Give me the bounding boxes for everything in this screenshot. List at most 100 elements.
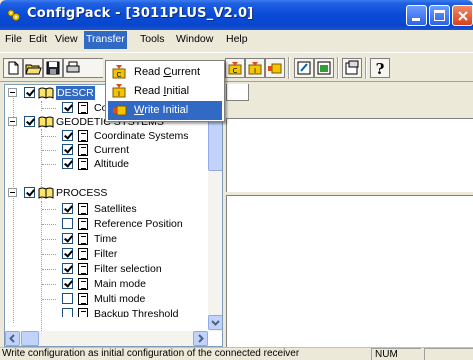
menu-view[interactable]: View bbox=[55, 33, 78, 48]
tree-connector bbox=[42, 136, 56, 137]
read-current-icon: C bbox=[112, 65, 126, 79]
close-button[interactable] bbox=[452, 5, 473, 26]
menu-item-read-initial[interactable]: I Read Initial bbox=[108, 82, 222, 101]
open-button[interactable] bbox=[23, 58, 43, 78]
document-icon bbox=[78, 278, 88, 290]
minimize-icon bbox=[412, 18, 420, 21]
tree-item[interactable]: Filter selection bbox=[8, 262, 208, 276]
tree-label: Filter bbox=[94, 248, 118, 260]
collapse-icon[interactable] bbox=[8, 88, 17, 97]
minimize-button[interactable] bbox=[406, 5, 427, 26]
toolbar-write-initial-button[interactable] bbox=[265, 58, 285, 78]
book-icon bbox=[38, 87, 54, 99]
title-bar[interactable]: ConfigPack - [3011PLUS_V2.0] bbox=[0, 0, 473, 30]
svg-text:C: C bbox=[233, 67, 238, 75]
chevron-left-icon bbox=[9, 334, 15, 343]
tree-checkbox[interactable] bbox=[62, 218, 73, 229]
document-icon bbox=[78, 144, 88, 156]
chevron-right-icon bbox=[198, 334, 204, 343]
tree-item[interactable]: Filter bbox=[8, 247, 208, 261]
tree-item[interactable]: Multi mode bbox=[8, 292, 208, 306]
toolbar-help-button[interactable]: ? bbox=[370, 58, 390, 78]
menu-edit[interactable]: Edit bbox=[29, 33, 47, 48]
menu-bar: File Edit View Transfer Tools Window Hel… bbox=[0, 30, 473, 50]
tree-group-process[interactable]: PROCESS bbox=[8, 186, 208, 200]
menu-item-read-current[interactable]: C Read Current bbox=[108, 63, 222, 82]
toolbar-read-initial-button[interactable]: I bbox=[245, 58, 265, 78]
tree-checkbox[interactable] bbox=[62, 144, 73, 155]
menu-item-label: Write Initial bbox=[134, 104, 189, 116]
tree-checkbox[interactable] bbox=[24, 187, 35, 198]
toolbar-separator bbox=[337, 57, 339, 79]
toolbar-edit-button[interactable] bbox=[294, 58, 314, 78]
save-button[interactable] bbox=[43, 58, 63, 78]
tree-checkbox[interactable] bbox=[62, 263, 73, 274]
tree-item[interactable]: Time bbox=[8, 232, 208, 246]
scroll-thumb[interactable] bbox=[21, 331, 39, 346]
tree-checkbox[interactable] bbox=[62, 233, 73, 244]
maximize-button[interactable] bbox=[429, 5, 450, 26]
tree-horizontal-scrollbar[interactable] bbox=[5, 331, 208, 346]
scroll-left-button[interactable] bbox=[5, 331, 20, 346]
tree-item[interactable]: Coordinate Systems bbox=[8, 129, 208, 143]
document-icon bbox=[78, 102, 88, 114]
svg-text:I: I bbox=[254, 67, 256, 75]
transfer-menu-dropdown: C Read Current I Read Initial Write Init… bbox=[105, 60, 225, 122]
view-tab[interactable] bbox=[226, 84, 249, 101]
collapse-icon[interactable] bbox=[8, 117, 17, 126]
tree-checkbox[interactable] bbox=[62, 293, 73, 304]
tree-checkbox[interactable] bbox=[24, 87, 35, 98]
menu-tools[interactable]: Tools bbox=[140, 33, 165, 48]
tree-connector bbox=[42, 108, 56, 109]
tree-checkbox[interactable] bbox=[62, 248, 73, 259]
tree-item[interactable]: Altitude bbox=[8, 157, 208, 171]
tree-label: Backup Threshold bbox=[94, 308, 179, 317]
tree-item[interactable]: Current bbox=[8, 143, 208, 157]
tree-item[interactable]: Satellites bbox=[8, 202, 208, 216]
window-icon bbox=[317, 61, 331, 75]
print-button[interactable] bbox=[63, 58, 103, 78]
menu-help[interactable]: Help bbox=[226, 33, 248, 48]
tree-checkbox[interactable] bbox=[62, 203, 73, 214]
tree-checkbox[interactable] bbox=[62, 158, 73, 169]
toolbar-properties-button[interactable] bbox=[342, 58, 362, 78]
toolbar-view-button[interactable] bbox=[314, 58, 334, 78]
collapse-icon[interactable] bbox=[8, 188, 17, 197]
save-disk-icon bbox=[46, 61, 60, 75]
document-icon bbox=[78, 203, 88, 215]
tree-connector bbox=[42, 269, 56, 270]
menu-window[interactable]: Window bbox=[176, 33, 213, 48]
menu-item-write-initial[interactable]: Write Initial bbox=[108, 101, 222, 120]
tree-checkbox[interactable] bbox=[62, 130, 73, 141]
tree-connector bbox=[42, 209, 56, 210]
new-button[interactable] bbox=[3, 58, 23, 78]
svg-text:C: C bbox=[116, 72, 121, 79]
tree-item[interactable]: Backup Threshold bbox=[8, 307, 208, 317]
menu-transfer[interactable]: Transfer bbox=[84, 31, 127, 49]
tree-checkbox[interactable] bbox=[62, 278, 73, 289]
chevron-down-icon bbox=[211, 320, 220, 326]
tree-checkbox[interactable] bbox=[24, 116, 35, 127]
tree-item[interactable]: Reference Position bbox=[8, 217, 208, 231]
document-icon bbox=[78, 218, 88, 230]
pencil-icon bbox=[297, 61, 311, 75]
tree-label: Multi mode bbox=[94, 293, 146, 305]
tree-label: Time bbox=[94, 233, 117, 245]
menu-file[interactable]: File bbox=[5, 33, 22, 48]
app-icon bbox=[7, 9, 20, 21]
tree-checkbox[interactable] bbox=[62, 102, 73, 113]
tree-checkbox[interactable] bbox=[62, 308, 73, 317]
toolbar-read-current-button[interactable]: C bbox=[225, 58, 245, 78]
new-file-icon bbox=[8, 61, 19, 75]
tree-item[interactable]: Main mode bbox=[8, 277, 208, 291]
scroll-right-button[interactable] bbox=[193, 331, 208, 346]
document-icon bbox=[78, 308, 88, 317]
tree-label: Coordinate Systems bbox=[94, 130, 189, 142]
document-icon bbox=[78, 263, 88, 275]
menu-item-label: Read Current bbox=[134, 66, 201, 78]
tree-connector bbox=[42, 164, 56, 165]
tree-label: Reference Position bbox=[94, 218, 183, 230]
document-icon bbox=[78, 233, 88, 245]
scroll-down-button[interactable] bbox=[208, 315, 222, 330]
window-title: ConfigPack - [3011PLUS_V2.0] bbox=[27, 6, 254, 21]
